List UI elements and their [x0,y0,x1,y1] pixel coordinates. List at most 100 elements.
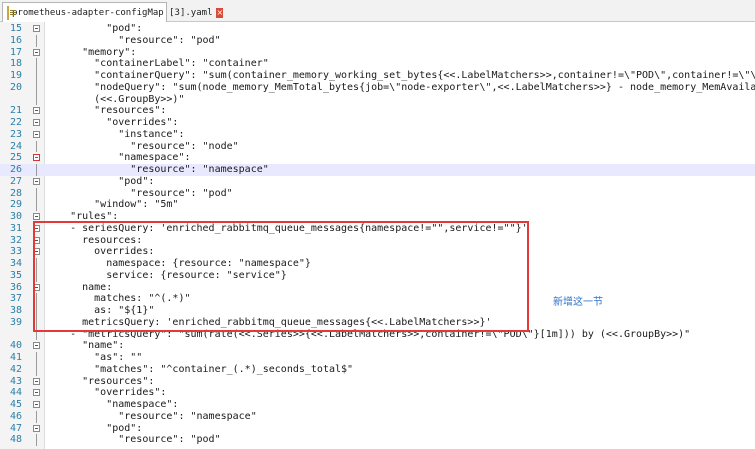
code-text: "overrides": [46,117,179,128]
code-line[interactable]: 48 "resource": "pod" [0,434,755,446]
fold-toggle-icon[interactable] [33,377,40,385]
line-number: 41 [9,352,22,363]
fold-toggle-icon[interactable] [33,48,40,56]
line-number: 26 [9,164,22,175]
line-number: 28 [9,187,22,199]
line-number: 44 [9,387,22,399]
fold-guide-line [36,410,37,423]
close-icon[interactable]: × [216,7,224,18]
code-text: "instance": [46,128,185,140]
code-line[interactable]: 42 "matches": "^container_(.*)_seconds_t… [0,363,755,376]
code-text: "namespace": [46,152,191,164]
line-number: 24 [9,140,22,152]
line-number: 23 [9,128,22,140]
fold-guide-line [36,140,37,153]
code-line[interactable]: 15 "pod": [0,23,755,35]
code-line[interactable]: 45 "namespace": [0,399,755,411]
line-number: 39 [9,316,22,328]
fold-guide-line [36,363,37,376]
code-text: "nodeQuery": "sum(node_memory_MemTotal_b… [46,81,755,93]
tab-file[interactable]: prometheus-adapter-configMap [3].yaml × [2,2,224,22]
code-line[interactable]: 44 "overrides": [0,387,755,399]
line-number: 18 [9,58,22,70]
code-text: "resource": "namespace" [46,410,257,422]
code-line[interactable]: 17 "memory": [0,47,755,59]
code-line[interactable]: 16 "resource": "pod" [0,34,755,47]
line-number: 31 [9,222,22,234]
code-editor[interactable]: 15 "pod": 16 "resource": "pod" 17 "memory"… [0,22,755,449]
fold-toggle-icon[interactable] [33,342,40,350]
code-text: "resources": [46,375,155,387]
line-number: 15 [9,23,22,34]
code-text: "resource": "pod" [46,434,221,446]
tab-label: prometheus-adapter-configMap [3].yaml [12,7,213,18]
fold-guide-line [36,352,37,364]
fold-guide-line [36,58,37,70]
line-number: 46 [9,410,22,422]
code-line[interactable]: 22 "overrides": [0,117,755,129]
code-text: (<<.GroupBy>>)" [46,93,185,105]
fold-toggle-icon[interactable] [33,25,40,32]
code-line[interactable]: 43 "resources": [0,376,755,388]
code-text: "overrides": [46,387,167,399]
code-line[interactable]: 40 "name": [0,340,755,352]
code-line[interactable]: 21 "resources": [0,105,755,117]
fold-guide-line [36,93,37,106]
code-line[interactable]: 19 "containerQuery": "sum(container_memo… [0,70,755,82]
code-text: "window": "5m" [46,199,179,211]
line-number: 37 [9,293,22,305]
line-number: 22 [9,117,22,128]
fold-toggle-icon[interactable] [33,213,40,220]
code-line[interactable]: 27 "pod": [0,176,755,188]
line-number: 45 [9,399,22,410]
fold-toggle-icon[interactable] [33,389,40,397]
code-text: "containerQuery": "sum(container_memory_… [46,70,755,81]
code-line[interactable]: 20 "nodeQuery": "sum(node_memory_MemTota… [0,81,755,94]
code-line[interactable]: 29 "window": "5m" [0,199,755,211]
line-number: 36 [9,281,22,293]
code-line[interactable]: 25 "namespace": [0,152,755,164]
line-number: 25 [9,152,22,164]
line-number: 19 [9,70,22,81]
fold-toggle-icon[interactable] [33,424,40,432]
fold-guide-line [36,164,37,176]
code-line[interactable]: 28 "resource": "pod" [0,187,755,200]
line-number: 29 [9,199,22,211]
code-text: "pod": [46,175,155,187]
line-number: 35 [9,269,22,281]
fold-guide-line [36,434,37,446]
fold-toggle-icon[interactable] [33,107,40,115]
fold-guide-line [36,34,37,47]
code-text: "matches": "^container_(.*)_seconds_tota… [46,363,354,375]
fold-toggle-icon[interactable] [33,154,40,162]
annotation-text: 新增这一节 [553,297,603,308]
code-line[interactable]: 24 "resource": "node" [0,140,755,153]
line-number: 30 [9,211,22,222]
code-line[interactable]: 26 "resource": "namespace" [0,164,755,176]
fold-guide-line [36,81,37,94]
code-line[interactable]: 47 "pod": [0,423,755,435]
fold-guide-line [36,187,37,200]
fold-toggle-icon[interactable] [33,119,40,126]
fold-toggle-icon[interactable] [33,177,40,185]
code-text: "memory": [46,46,137,58]
file-icon [7,5,16,20]
code-line[interactable]: 41 "as": "" [0,352,755,364]
code-line[interactable]: (<<.GroupBy>>)" [0,93,755,106]
line-number: 21 [9,105,22,117]
code-text: "resources": [46,105,167,117]
tab-bar: prometheus-adapter-configMap [3].yaml × [0,0,755,22]
code-line[interactable]: 23 "instance": [0,129,755,141]
code-text: "pod": [46,422,143,434]
code-line[interactable]: 46 "resource": "namespace" [0,410,755,423]
line-number: 32 [9,234,22,246]
code-text: "resource": "pod" [46,187,233,199]
code-text: "namespace": [46,399,179,410]
fold-toggle-icon[interactable] [33,130,40,138]
code-line[interactable]: 18 "containerLabel": "container" [0,58,755,70]
fold-toggle-icon[interactable] [33,401,40,408]
code-text: "pod": [46,23,143,34]
code-text: "resource": "pod" [46,34,221,46]
code-text: "containerLabel": "container" [46,58,269,70]
fold-guide-line [36,70,37,82]
